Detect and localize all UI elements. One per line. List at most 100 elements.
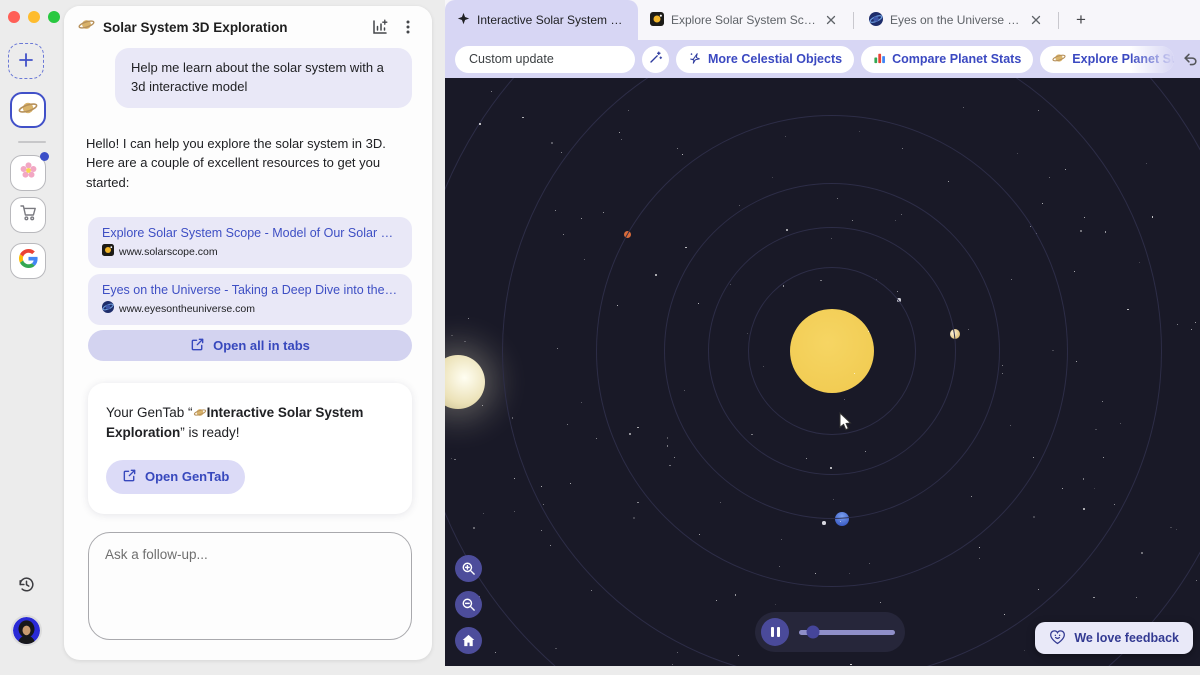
zoom-in-button[interactable] — [455, 555, 482, 582]
star — [557, 348, 558, 349]
open-all-label: Open all in tabs — [213, 338, 310, 353]
external-link-icon — [190, 337, 205, 355]
bar-chart-icon — [873, 51, 886, 67]
close-window-button[interactable] — [8, 11, 20, 23]
link-title[interactable]: Explore Solar System Scope - Model of Ou… — [102, 226, 398, 240]
star — [1191, 329, 1192, 330]
window-controls — [8, 11, 60, 23]
chip-explore-planet-surfaces[interactable]: Explore Planet Surfac — [1040, 46, 1174, 73]
star — [699, 534, 700, 535]
saturn-icon — [18, 98, 38, 123]
app-sidebar — [0, 0, 64, 675]
star — [619, 132, 620, 133]
feedback-button[interactable]: We love feedback — [1035, 622, 1193, 654]
minimize-window-button[interactable] — [28, 11, 40, 23]
slider-thumb[interactable] — [807, 626, 820, 639]
star — [584, 259, 585, 260]
link-card-solarscope[interactable]: Explore Solar System Scope - Model of Ou… — [88, 217, 412, 268]
user-avatar[interactable] — [13, 617, 40, 644]
tab-separator — [1058, 12, 1059, 29]
open-gentab-button[interactable]: Open GenTab — [106, 460, 245, 494]
star — [897, 291, 898, 292]
new-gentab-button[interactable] — [8, 43, 44, 79]
star — [464, 341, 465, 342]
star — [820, 280, 821, 281]
tab-solar-system-scope[interactable]: Explore Solar System Scope - — [638, 0, 850, 40]
sidebar-item-google[interactable] — [10, 243, 46, 279]
star — [815, 573, 816, 574]
magic-wand-button[interactable] — [642, 46, 669, 73]
chat-header: Solar System 3D Exploration — [64, 6, 432, 48]
chip-label: Explore Planet Surfac — [1072, 52, 1174, 66]
chip-compare-planet-stats[interactable]: Compare Planet Stats — [861, 46, 1033, 73]
tab-interactive-solar-system[interactable]: Interactive Solar System Explor... — [445, 0, 638, 40]
chip-more-celestial-objects[interactable]: More Celestial Objects — [676, 46, 854, 73]
new-tab-button[interactable]: + — [1068, 7, 1094, 33]
star — [1141, 552, 1143, 554]
sidebar-item-shopping-gentab[interactable] — [10, 197, 46, 233]
close-tab-icon[interactable] — [824, 13, 838, 27]
star — [902, 148, 903, 149]
tab-separator — [853, 12, 854, 29]
link-url: www.eyesontheuniverse.com — [119, 303, 255, 315]
plus-icon — [18, 52, 34, 71]
chat-messages[interactable]: Help me learn about the solar system wit… — [64, 48, 432, 532]
link-card-eyesontheuniverse[interactable]: Eyes on the Universe - Taking a Deep Div… — [88, 274, 412, 325]
new-chart-button[interactable] — [370, 17, 390, 37]
sparkles-icon — [688, 51, 702, 68]
custom-update-input[interactable] — [455, 46, 635, 73]
open-all-in-tabs-button[interactable]: Open all in tabs — [88, 330, 412, 361]
orbit-ring — [748, 267, 916, 435]
star — [555, 210, 556, 211]
home-view-button[interactable] — [455, 627, 482, 654]
star — [551, 142, 553, 144]
history-icon — [17, 581, 36, 598]
star — [479, 123, 480, 124]
sidebar-divider — [18, 141, 46, 143]
star — [677, 148, 678, 149]
star — [1030, 226, 1031, 227]
cart-icon — [19, 203, 38, 227]
star — [1196, 580, 1197, 581]
follow-up-input[interactable] — [88, 532, 412, 640]
history-button[interactable] — [17, 575, 36, 594]
close-tab-icon[interactable] — [1029, 13, 1043, 27]
star — [563, 234, 564, 235]
sidebar-item-solar-system-gentab[interactable] — [10, 92, 46, 128]
feedback-label: We love feedback — [1074, 631, 1179, 645]
speed-slider[interactable] — [799, 630, 895, 635]
gentab-toolbar: More Celestial Objects Compare Planet St… — [445, 40, 1200, 78]
star — [786, 229, 788, 231]
gentab-ready-text: Your GenTab “Interactive Solar System Ex… — [106, 403, 394, 444]
notification-dot — [40, 152, 49, 161]
tab-label: Eyes on the Universe - Taking — [890, 13, 1022, 27]
google-logo-icon — [19, 249, 38, 273]
kebab-menu-icon[interactable] — [398, 17, 418, 37]
tab-eyes-on-the-universe[interactable]: Eyes on the Universe - Taking — [857, 0, 1055, 40]
app-window: Solar System 3D Exploration Help me lear… — [0, 0, 1200, 675]
space-canvas[interactable]: We love feedback — [445, 78, 1200, 666]
tab-label: Interactive Solar System Explor... — [477, 13, 626, 27]
star — [1052, 350, 1053, 351]
solarscope-favicon — [650, 12, 664, 29]
zoom-window-button[interactable] — [48, 11, 60, 23]
saturn-icon — [193, 405, 207, 420]
sidebar-item-flowers-gentab[interactable] — [10, 155, 46, 191]
tab-strip: Interactive Solar System Explor... Explo… — [445, 0, 1200, 40]
pause-button[interactable] — [761, 618, 789, 646]
star — [1093, 597, 1094, 598]
eyesontheuniverse-favicon — [869, 12, 883, 29]
star — [1152, 216, 1153, 217]
saturn-icon — [1052, 51, 1066, 68]
star — [637, 427, 638, 428]
star — [1017, 153, 1018, 154]
heart-smile-icon — [1049, 629, 1066, 648]
open-gentab-label: Open GenTab — [145, 469, 229, 484]
playback-bar — [755, 612, 905, 652]
composer-area — [64, 532, 432, 660]
link-title[interactable]: Eyes on the Universe - Taking a Deep Div… — [102, 283, 398, 297]
link-url-row: www.eyesontheuniverse.com — [102, 301, 398, 316]
star — [1105, 231, 1106, 232]
zoom-out-button[interactable] — [455, 591, 482, 618]
undo-button[interactable] — [1181, 50, 1200, 69]
